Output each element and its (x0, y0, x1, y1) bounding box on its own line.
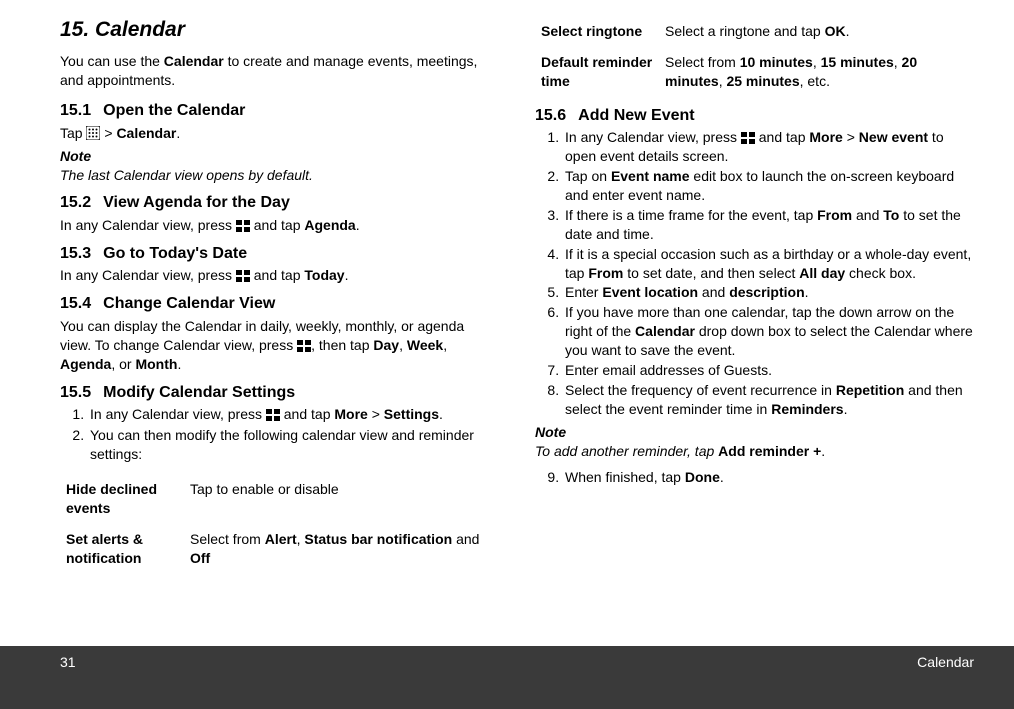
content-columns: 15. Calendar You can use the Calendar to… (0, 0, 1014, 646)
section-15-6-steps-cont: When finished, tap Done. (535, 468, 974, 487)
chapter-title: 15. Calendar (60, 16, 499, 44)
apps-grid-icon (86, 126, 100, 140)
settings-table-part1: Hide declined events Tap to enable or di… (60, 474, 499, 574)
setting-desc: Select a ringtone and tap OK. (665, 16, 974, 47)
section-15-3-body: In any Calendar view, press and tap Toda… (60, 266, 499, 285)
note-body: The last Calendar view opens by default. (60, 166, 499, 185)
settings-table-part2: Select ringtone Select a ringtone and ta… (535, 16, 974, 97)
setting-desc: Tap to enable or disable (190, 474, 499, 524)
section-15-4-body: You can display the Calendar in daily, w… (60, 317, 499, 374)
list-item: Enter Event location and description. (563, 283, 974, 302)
section-15-5-heading: 15.5Modify Calendar Settings (60, 382, 499, 404)
page-footer: 31 Calendar (0, 646, 1014, 709)
list-item: If there is a time frame for the event, … (563, 206, 974, 244)
menu-icon (297, 340, 311, 352)
table-row: Set alerts & notification Select from Al… (60, 524, 499, 574)
list-item: You can then modify the following calend… (88, 426, 499, 464)
section-15-1-body: Tap > Calendar. (60, 124, 499, 143)
menu-icon (266, 409, 280, 421)
chapter-intro: You can use the Calendar to create and m… (60, 52, 499, 90)
note-body: To add another reminder, tap Add reminde… (535, 442, 974, 461)
list-item: If you have more than one calendar, tap … (563, 303, 974, 360)
section-15-1-heading: 15.1Open the Calendar (60, 100, 499, 122)
table-row: Select ringtone Select a ringtone and ta… (535, 16, 974, 47)
right-column: Select ringtone Select a ringtone and ta… (535, 16, 974, 646)
list-item: In any Calendar view, press and tap More… (563, 128, 974, 166)
setting-desc: Select from 10 minutes, 15 minutes, 20 m… (665, 47, 974, 97)
section-15-6-steps: In any Calendar view, press and tap More… (535, 128, 974, 418)
list-item: Tap on Event name edit box to launch the… (563, 167, 974, 205)
setting-label: Set alerts & notification (60, 524, 190, 574)
list-item: Enter email addresses of Guests. (563, 361, 974, 380)
note-label: Note (60, 147, 499, 166)
setting-label: Select ringtone (535, 16, 665, 47)
footer-section: Calendar (917, 654, 974, 670)
section-15-2-heading: 15.2View Agenda for the Day (60, 192, 499, 214)
section-15-3-heading: 15.3Go to Today's Date (60, 243, 499, 265)
setting-label: Default reminder time (535, 47, 665, 97)
list-item: Select the frequency of event recurrence… (563, 381, 974, 419)
menu-icon (741, 132, 755, 144)
list-item: In any Calendar view, press and tap More… (88, 405, 499, 424)
table-row: Default reminder time Select from 10 min… (535, 47, 974, 97)
chapter-num: 15. (60, 18, 89, 41)
table-row: Hide declined events Tap to enable or di… (60, 474, 499, 524)
section-15-5-steps: In any Calendar view, press and tap More… (60, 405, 499, 464)
page: 15. Calendar You can use the Calendar to… (0, 0, 1014, 709)
list-item: If it is a special occasion such as a bi… (563, 245, 974, 283)
section-15-6-heading: 15.6Add New Event (535, 105, 974, 127)
note-label: Note (535, 423, 974, 442)
section-15-2-body: In any Calendar view, press and tap Agen… (60, 216, 499, 235)
page-number: 31 (60, 654, 76, 670)
chapter-name: Calendar (95, 18, 185, 41)
section-15-4-heading: 15.4Change Calendar View (60, 293, 499, 315)
menu-icon (236, 220, 250, 232)
setting-label: Hide declined events (60, 474, 190, 524)
list-item: When finished, tap Done. (563, 468, 974, 487)
left-column: 15. Calendar You can use the Calendar to… (60, 16, 499, 646)
setting-desc: Select from Alert, Status bar notificati… (190, 524, 499, 574)
menu-icon (236, 270, 250, 282)
